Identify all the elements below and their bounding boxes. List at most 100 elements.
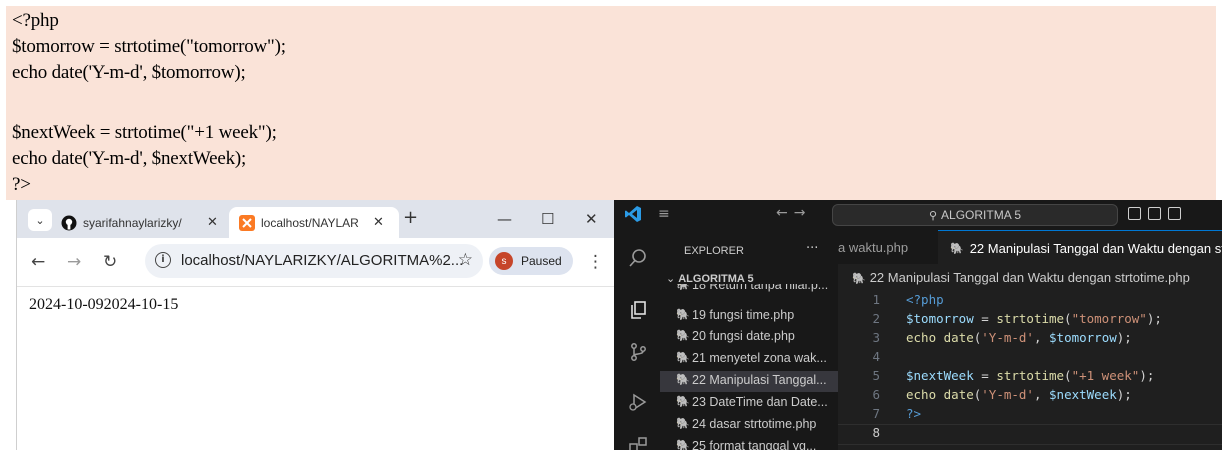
extensions-icon[interactable] xyxy=(628,436,648,450)
browser-tab-localhost[interactable]: localhost/NAYLAR ✕ xyxy=(229,207,399,238)
browser-tab-github[interactable]: syarifahnaylarizky/ ✕ xyxy=(61,207,229,238)
editor-tab-label: a waktu.php xyxy=(838,239,909,255)
php-file-icon: 🐘 xyxy=(676,373,690,386)
source-line: $nextWeek = strtotime("+1 week"); xyxy=(12,122,277,143)
php-file-icon: 🐘 xyxy=(676,417,690,430)
layout-controls xyxy=(1128,207,1188,225)
profile-avatar: s xyxy=(495,252,513,270)
editor-area: a waktu.php 🐘 22 Manipulasi Tanggal dan W… xyxy=(838,230,1222,450)
page-output-text: 2024-10-092024-10-15 xyxy=(29,296,179,313)
source-line: <?php xyxy=(12,10,59,31)
code-line[interactable]: 7 ?> xyxy=(838,406,1222,425)
file-name: 23 DateTime dan Date... xyxy=(692,395,828,409)
breadcrumb-text: 22 Manipulasi Tanggal dan Waktu dengan s… xyxy=(869,270,1190,285)
code-line[interactable]: 5 $nextWeek = strtotime("+1 week"); xyxy=(838,368,1222,387)
editor-tab[interactable]: a waktu.php xyxy=(838,230,936,264)
code-text: $nextWeek = strtotime("+1 week"); xyxy=(906,368,1155,383)
file-item[interactable]: 🐘 20 fungsi date.php xyxy=(660,327,838,348)
file-item[interactable]: 🐘 21 menyetel zona wak... xyxy=(660,349,838,370)
line-number: 3 xyxy=(872,330,880,345)
line-number: 2 xyxy=(872,311,880,326)
source-line: echo date('Y-m-d', $tomorrow); xyxy=(12,62,246,83)
new-tab-button[interactable]: + xyxy=(403,207,418,228)
maximize-icon[interactable]: ☐ xyxy=(541,210,554,228)
explorer-more-button[interactable]: ··· xyxy=(806,241,818,256)
profile-status-label: Paused xyxy=(521,254,562,268)
minimize-icon[interactable]: — xyxy=(497,210,512,228)
search-text: ALGORITMA 5 xyxy=(941,208,1022,222)
code-text: ?> xyxy=(906,406,922,421)
forward-arrow-icon[interactable]: → xyxy=(67,252,81,272)
menu-icon[interactable]: ≡ xyxy=(658,206,670,222)
line-number: 4 xyxy=(872,349,880,364)
code-text: echo date('Y-m-d', $tomorrow); xyxy=(906,330,1132,345)
php-file-icon: 🐘 xyxy=(852,272,866,285)
php-file-icon: 🐘 xyxy=(950,241,964,255)
close-window-icon[interactable]: ✕ xyxy=(585,210,598,228)
php-file-icon: 🐘 xyxy=(676,395,690,408)
file-item[interactable]: 🐘 18 Return tanpa nilai.p... xyxy=(660,284,838,296)
toggle-secondary-sidebar-icon[interactable] xyxy=(1168,207,1181,220)
code-line[interactable]: 3 echo date('Y-m-d', $tomorrow); xyxy=(838,330,1222,349)
browser-window: ⌄ syarifahnaylarizky/ ✕ localhost/NAYLAR… xyxy=(16,200,615,450)
address-bar[interactable]: i localhost/NAYLARIZKY/ALGORITMA%2... ☆ xyxy=(145,244,483,278)
file-item[interactable]: 🐘 24 dasar strtotime.php xyxy=(660,415,838,436)
tab-search-chevron-icon[interactable]: ⌄ xyxy=(28,209,52,231)
php-file-icon: 🐘 xyxy=(676,308,690,321)
line-number: 1 xyxy=(872,292,880,307)
file-item-selected[interactable]: 🐘 22 Manipulasi Tanggal... xyxy=(660,371,838,392)
file-name: 24 dasar strtotime.php xyxy=(692,417,817,431)
xampp-icon xyxy=(239,214,255,231)
back-arrow-icon[interactable]: ← xyxy=(31,252,45,272)
editor-tab-bar: a waktu.php 🐘 22 Manipulasi Tanggal dan W… xyxy=(838,230,1222,265)
search-icon: ⚲ xyxy=(928,208,938,222)
editor-tab-label: 22 Manipulasi Tanggal dan Waktu dengan s… xyxy=(969,240,1222,256)
php-source-block: <?php $tomorrow = strtotime("tomorrow");… xyxy=(6,6,1216,200)
breadcrumb[interactable]: 🐘 22 Manipulasi Tanggal dan Waktu dengan … xyxy=(852,270,1190,285)
run-debug-icon[interactable] xyxy=(628,392,648,412)
file-name: 22 Manipulasi Tanggal... xyxy=(692,373,827,387)
address-text: localhost/NAYLARIZKY/ALGORITMA%2... xyxy=(181,252,464,269)
code-line[interactable]: 6 echo date('Y-m-d', $nextWeek); xyxy=(838,387,1222,406)
file-name: 20 fungsi date.php xyxy=(692,329,795,343)
code-line[interactable]: 2 $tomorrow = strtotime("tomorrow"); xyxy=(838,311,1222,330)
close-tab-icon[interactable]: ✕ xyxy=(373,215,384,230)
explorer-files-icon[interactable] xyxy=(628,300,648,320)
search-icon[interactable] xyxy=(628,248,648,268)
reload-icon[interactable]: ↻ xyxy=(103,252,117,272)
code-text: echo date('Y-m-d', $nextWeek); xyxy=(906,387,1132,402)
code-line[interactable]: 1 <?php xyxy=(838,292,1222,311)
activity-bar xyxy=(614,230,660,450)
profile-paused-button[interactable]: s Paused xyxy=(489,247,573,275)
file-item[interactable]: 🐘 25 format tanggal yg... xyxy=(660,437,838,450)
editor-tab-active[interactable]: 🐘 22 Manipulasi Tanggal dan Waktu dengan … xyxy=(938,230,1222,265)
php-file-icon: 🐘 xyxy=(676,284,690,291)
browser-toolbar: ← → ↻ i localhost/NAYLARIZKY/ALGORITMA%2… xyxy=(17,238,615,287)
php-file-icon: 🐘 xyxy=(676,329,690,342)
code-line-current[interactable]: 8 xyxy=(838,424,1222,445)
close-tab-icon[interactable]: ✕ xyxy=(207,215,218,230)
tab-label: syarifahnaylarizky/ xyxy=(83,215,182,230)
bookmark-star-icon[interactable]: ☆ xyxy=(458,250,473,270)
line-number: 5 xyxy=(872,368,880,383)
line-number: 6 xyxy=(872,387,880,402)
explorer-title: EXPLORER xyxy=(684,245,744,257)
file-item[interactable]: 🐘 23 DateTime dan Date... xyxy=(660,393,838,414)
line-number: 7 xyxy=(872,406,880,421)
file-item[interactable]: 🐘 19 fungsi time.php xyxy=(660,306,838,327)
nav-arrows[interactable]: ←→ xyxy=(776,205,811,221)
browser-tab-strip: ⌄ syarifahnaylarizky/ ✕ localhost/NAYLAR… xyxy=(17,200,615,238)
toggle-sidebar-icon[interactable] xyxy=(1128,207,1141,220)
file-name: 21 menyetel zona wak... xyxy=(692,351,827,365)
site-info-icon[interactable]: i xyxy=(155,252,171,268)
browser-menu-icon[interactable]: ⋮ xyxy=(587,252,604,272)
vscode-window: ≡ ←→ ⚲ ALGORITMA 5 EXPLORER ··· ⌄ ALGORIT… xyxy=(614,200,1222,450)
code-line[interactable]: 4 xyxy=(838,349,1222,368)
command-center-search[interactable]: ⚲ ALGORITMA 5 xyxy=(832,204,1118,226)
source-control-icon[interactable] xyxy=(628,342,648,362)
toggle-panel-icon[interactable] xyxy=(1148,207,1161,220)
file-name: 25 format tanggal yg... xyxy=(692,439,817,450)
php-file-icon: 🐘 xyxy=(676,439,690,450)
file-name: 18 Return tanpa nilai.p... xyxy=(692,284,829,292)
vscode-titlebar: ≡ ←→ ⚲ ALGORITMA 5 xyxy=(614,200,1222,230)
